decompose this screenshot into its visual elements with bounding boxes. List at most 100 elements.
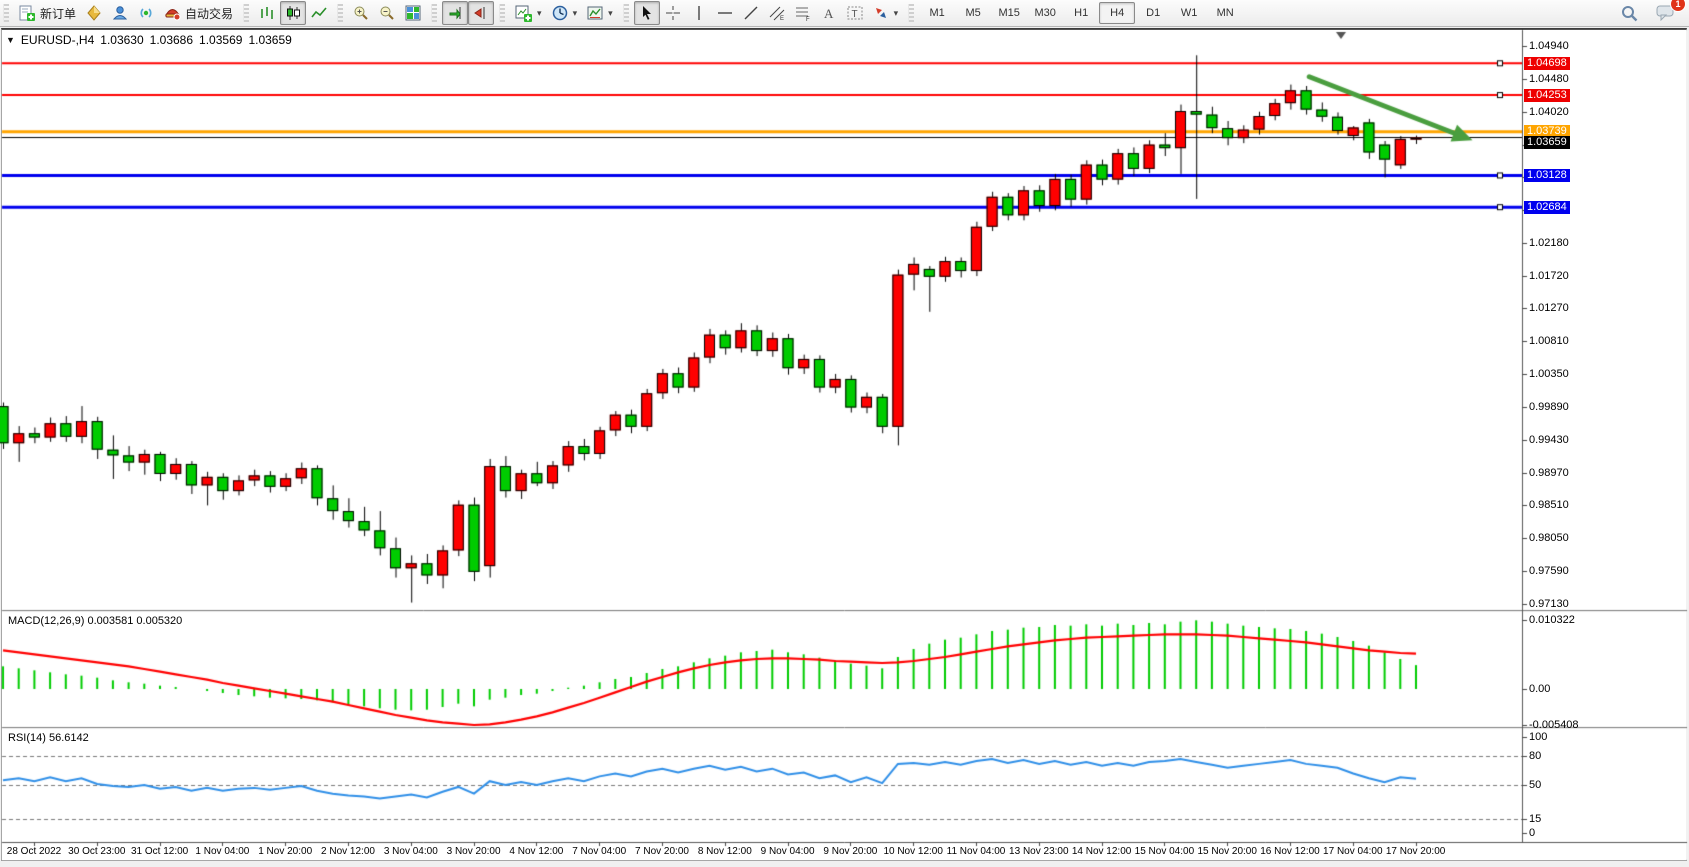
tile-windows-button[interactable] [400,1,426,25]
timeframe-button-w1[interactable]: W1 [1171,2,1207,24]
fibonacci-button[interactable]: F [790,1,816,25]
autotrading-button[interactable]: 自动交易 [159,1,238,25]
signal-icon [138,5,154,21]
rsi-indicator-label: RSI(14) 56.6142 [8,732,89,744]
symbol-dropdown-icon[interactable]: ▼ [6,35,15,45]
chart-symbol-period: EURUSD-,H4 [21,33,94,47]
timeframe-button-h4[interactable]: H4 [1099,2,1135,24]
main-toolbar: 新订单 自动交易 ▾ ▾ ▾ E F A T ▾ M1M5M15M30H1H4D1W1MN 1 [0,0,1689,27]
gem-button[interactable] [81,1,107,25]
dropdown-caret-icon[interactable]: ▾ [573,8,578,19]
timeframe-button-m5[interactable]: M5 [955,2,991,24]
candles-button[interactable] [280,1,306,25]
candles-icon [285,5,301,21]
svg-text:T: T [851,9,857,20]
timeframe-button-m1[interactable]: M1 [919,2,955,24]
toolbar-group-trade: 新订单 自动交易 [12,0,240,27]
auto-scroll-button[interactable] [442,1,468,25]
toolbar-grip [243,4,249,22]
line-chart-icon [311,5,327,21]
toolbar-grip [908,4,914,22]
trendline-button[interactable] [738,1,764,25]
vertical-line-icon [691,5,707,21]
bar-open-value: 1.03630 [100,33,143,47]
button-label: 新订单 [40,5,76,22]
svg-text:A: A [824,6,834,21]
toolbar-group-timeframes: M1M5M15M30H1H4D1W1MN [917,0,1245,27]
horizontal-line-icon [717,5,733,21]
toolbar-group-zoom [346,0,428,27]
timeframe-button-d1[interactable]: D1 [1135,2,1171,24]
cursor-icon [639,5,655,21]
mt4-terminal: 新订单 自动交易 ▾ ▾ ▾ E F A T ▾ M1M5M15M30H1H4D1W1MN 1 ▼ E… [0,0,1689,867]
macd-indicator-label: MACD(12,26,9) 0.003581 0.005320 [8,615,182,627]
svg-text:F: F [806,17,810,21]
chart-title-row: ▼ EURUSD-,H4 1.03630 1.03686 1.03569 1.0… [6,33,292,47]
new-chart-button[interactable]: ▾ [510,1,547,25]
new-order-icon [19,5,36,22]
toolbar-group-chart-type [252,0,334,27]
toolbar-grip [3,4,9,22]
toolbar-group-objects: ▾ ▾ ▾ [508,0,620,27]
arrows-icon [873,5,889,21]
bars-icon [259,5,275,21]
new-order-button[interactable]: 新订单 [14,1,81,25]
gem-icon [86,5,102,21]
trendline-icon [743,5,759,21]
timeframe-button-h1[interactable]: H1 [1063,2,1099,24]
chart-plot-canvas[interactable] [0,0,1689,867]
arrows-button[interactable]: ▾ [868,1,904,25]
timeframe-button-mn[interactable]: MN [1207,2,1243,24]
text-icon: A [821,5,837,21]
line-chart-button[interactable] [306,1,332,25]
toolbar-grip [499,4,505,22]
dropdown-caret-icon[interactable]: ▾ [608,8,613,19]
bars-button[interactable] [254,1,280,25]
zoom-out-button[interactable] [374,1,400,25]
toolbar-right-area: 1 [1616,1,1689,25]
crosshair-icon [665,5,681,21]
auto-scroll-icon [447,5,463,21]
chart-shift-button[interactable] [468,1,494,25]
bar-high-value: 1.03686 [150,33,193,47]
templates-icon [587,5,603,21]
new-chart-icon [515,5,532,22]
user-icon [112,5,128,21]
toolbar-group-scroll [440,0,496,27]
zoom-out-icon [379,5,395,21]
crosshair-button[interactable] [660,1,686,25]
bar-low-value: 1.03569 [199,33,242,47]
horizontal-line-button[interactable] [712,1,738,25]
channel-button[interactable]: E [764,1,790,25]
toolbar-group-drawing: E F A T ▾ [632,0,906,27]
notifications-chat-button[interactable]: 1 [1651,1,1679,25]
fibonacci-icon: F [795,5,811,21]
timeframe-button-m15[interactable]: M15 [991,2,1027,24]
text-label-icon: T [847,5,863,21]
signal-button[interactable] [133,1,159,25]
periods-button[interactable]: ▾ [547,1,583,25]
dropdown-caret-icon[interactable]: ▾ [537,8,542,19]
timeframe-button-m30[interactable]: M30 [1027,2,1063,24]
vertical-line-button[interactable] [686,1,712,25]
autotrading-icon [164,5,181,21]
toolbar-grip [623,4,629,22]
notification-count-badge: 1 [1670,0,1686,12]
search-button[interactable] [1616,1,1643,25]
tile-windows-icon [405,5,421,21]
cursor-button[interactable] [634,1,660,25]
text-button[interactable]: A [816,1,842,25]
bar-close-value: 1.03659 [248,33,291,47]
button-label: 自动交易 [185,5,233,22]
channel-icon: E [769,5,785,21]
text-label-button[interactable]: T [842,1,868,25]
periods-icon [552,5,568,21]
chart-shift-icon [473,5,489,21]
zoom-in-icon [353,5,369,21]
dropdown-caret-icon[interactable]: ▾ [894,8,899,19]
user-button[interactable] [107,1,133,25]
toolbar-grip [431,4,437,22]
zoom-in-button[interactable] [348,1,374,25]
templates-button[interactable]: ▾ [582,1,618,25]
svg-text:E: E [780,16,784,21]
